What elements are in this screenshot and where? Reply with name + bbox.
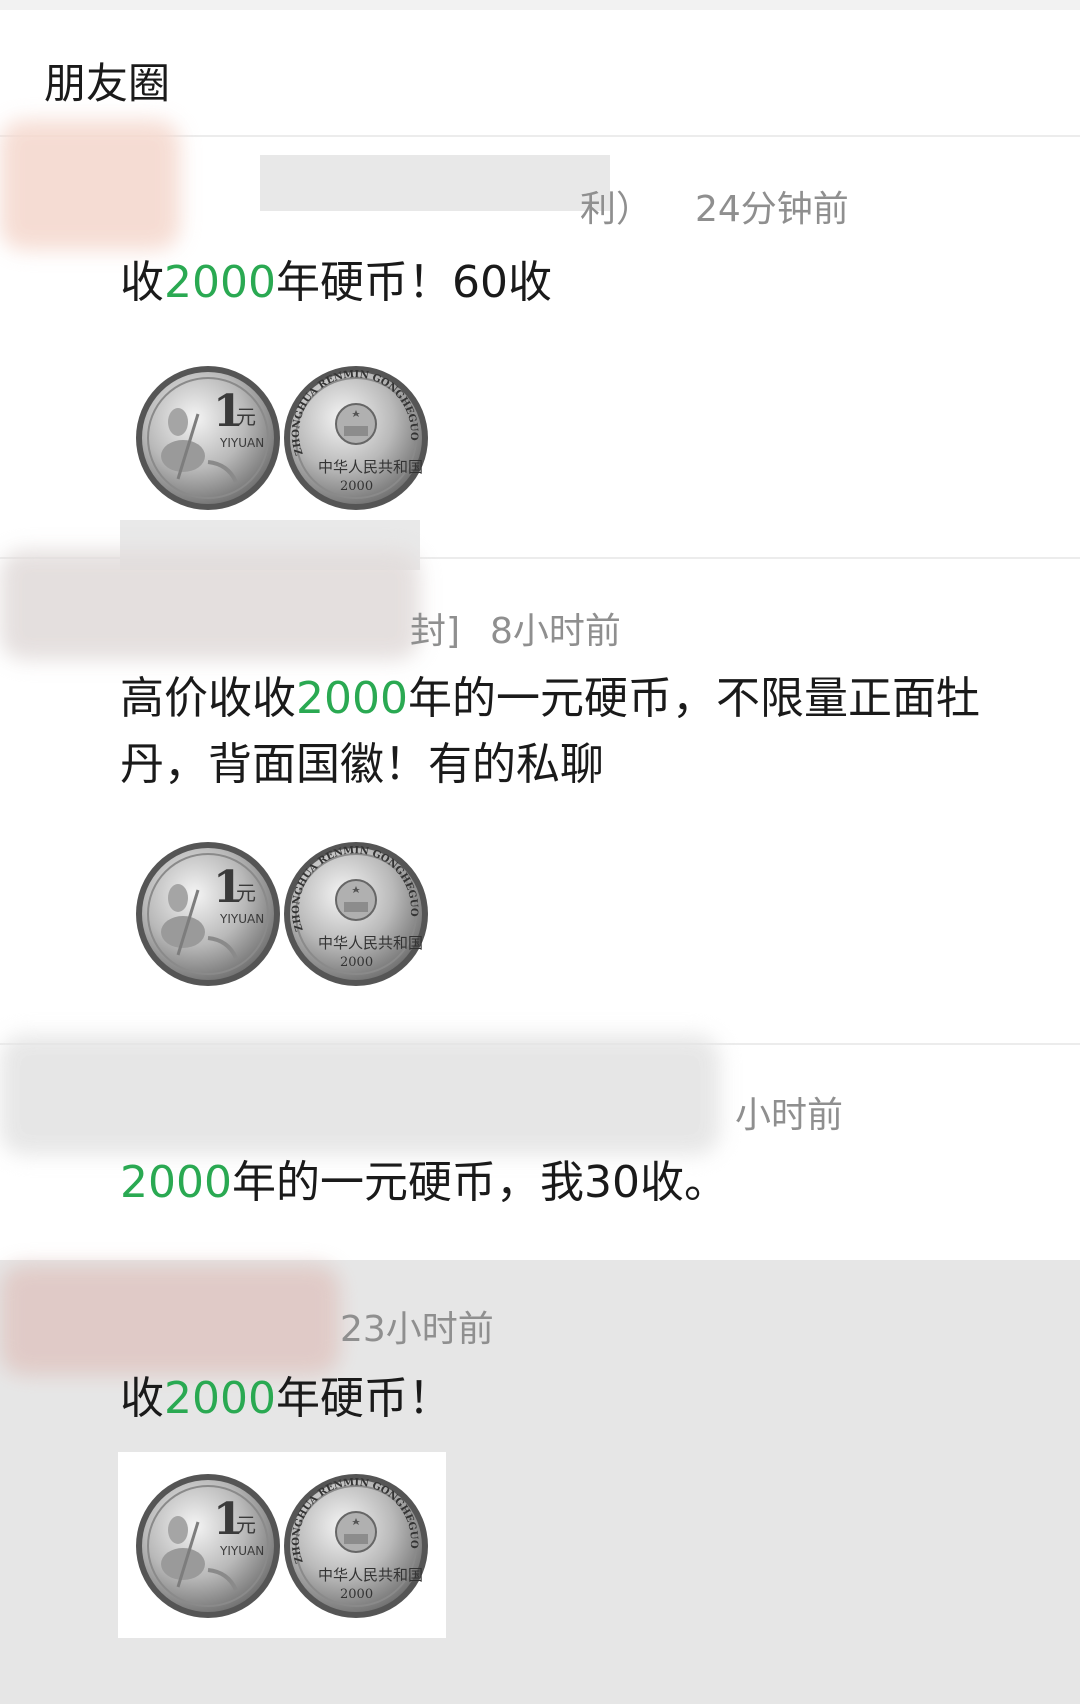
post-image[interactable]: 1 元 YIYUAN ZHONGHUA RENMIN GONGHEGUO 中华人民共和国… (118, 1452, 446, 1638)
coin-image: 1元YIYUANZHONGHUA RENMIN GONGHEGUO中华人民共和国… (136, 366, 428, 510)
post-text-part: 收 (120, 1373, 164, 1424)
post-text: 收2000年硬币！ (120, 1366, 1040, 1432)
post-text-highlight: 2000 (164, 1373, 276, 1424)
coin-back-icon: ZHONGHUA RENMIN GONGHEGUO中华人民共和国2000 (284, 1474, 428, 1618)
post-text-part: 年硬币！60收 (275, 257, 552, 308)
coin-back-icon: ZHONGHUA RENMIN GONGHEGUO中华人民共和国2000 (284, 366, 428, 510)
post-timestamp: 24分钟前 (695, 189, 849, 230)
coin-front-icon: 1元YIYUAN (136, 842, 280, 986)
post-text-part: 年的一元硬币，我30收。 (231, 1157, 728, 1208)
coin-year: 2000 (340, 1587, 373, 1602)
post-text-highlight: 2000 (120, 1157, 232, 1208)
coin-year: 2000 (340, 955, 373, 970)
page-title: 朋友圈 (44, 59, 171, 108)
post-text: 高价收收2000年的一元硬币，不限量正面牡丹，背面国徽！有的私聊 (120, 666, 1040, 798)
coin-year: 2000 (340, 479, 373, 494)
post-text-highlight: 2000 (296, 673, 408, 724)
coin-country: 中华人民共和国 (318, 458, 423, 476)
avatar-censored (0, 120, 180, 250)
post-text: 2000年的一元硬币，我30收。 (120, 1150, 1040, 1216)
coin-unit: 元 (236, 881, 256, 905)
coin-pinyin: YIYUAN (219, 1544, 264, 1558)
coin-unit: 元 (236, 405, 256, 429)
coin-image: 1元YIYUANZHONGHUA RENMIN GONGHEGUO中华人民共和国… (136, 1474, 428, 1618)
post-text-part: 收 (120, 257, 164, 308)
coin-front-icon: 1元YIYUAN (136, 366, 280, 510)
avatar-censored (0, 550, 420, 660)
post-author-fragment[interactable]: 封] (410, 602, 460, 654)
coin-pinyin: YIYUAN (219, 912, 264, 926)
post-author-fragment[interactable]: 利） (580, 180, 652, 232)
post-timestamp: 小时前 (735, 1095, 844, 1136)
coin-pinyin: YIYUAN (219, 436, 264, 450)
post-timestamp: 23小时前 (340, 1309, 494, 1350)
post-image[interactable]: 1 元 YIYUAN ZHONGHUA RENMIN GONGHEGUO 中华人民共和国… (118, 344, 446, 530)
top-strip (0, 0, 1080, 10)
coin-country: 中华人民共和国 (318, 1566, 423, 1584)
post-text: 收2000年硬币！60收 (120, 250, 1040, 316)
name-censored (260, 155, 610, 211)
coin-country: 中华人民共和国 (318, 934, 423, 952)
post-text-highlight: 2000 (164, 257, 276, 308)
post-text-part: 高价收收 (120, 673, 296, 724)
avatar-name-censored (0, 1035, 720, 1155)
coin-front-icon: 1元YIYUAN (136, 1474, 280, 1618)
coin-unit: 元 (236, 1513, 256, 1537)
coin-image: 1元YIYUANZHONGHUA RENMIN GONGHEGUO中华人民共和国… (136, 842, 428, 986)
coin-back-icon: ZHONGHUA RENMIN GONGHEGUO中华人民共和国2000 (284, 842, 428, 986)
post-text-part: 年硬币！ (275, 1373, 452, 1424)
avatar-name-censored (0, 1265, 340, 1375)
post-timestamp: 8小时前 (490, 611, 621, 652)
post-image[interactable]: 1 元 YIYUAN ZHONGHUA RENMIN GONGHEGUO 中华人民共和国… (118, 820, 446, 1006)
